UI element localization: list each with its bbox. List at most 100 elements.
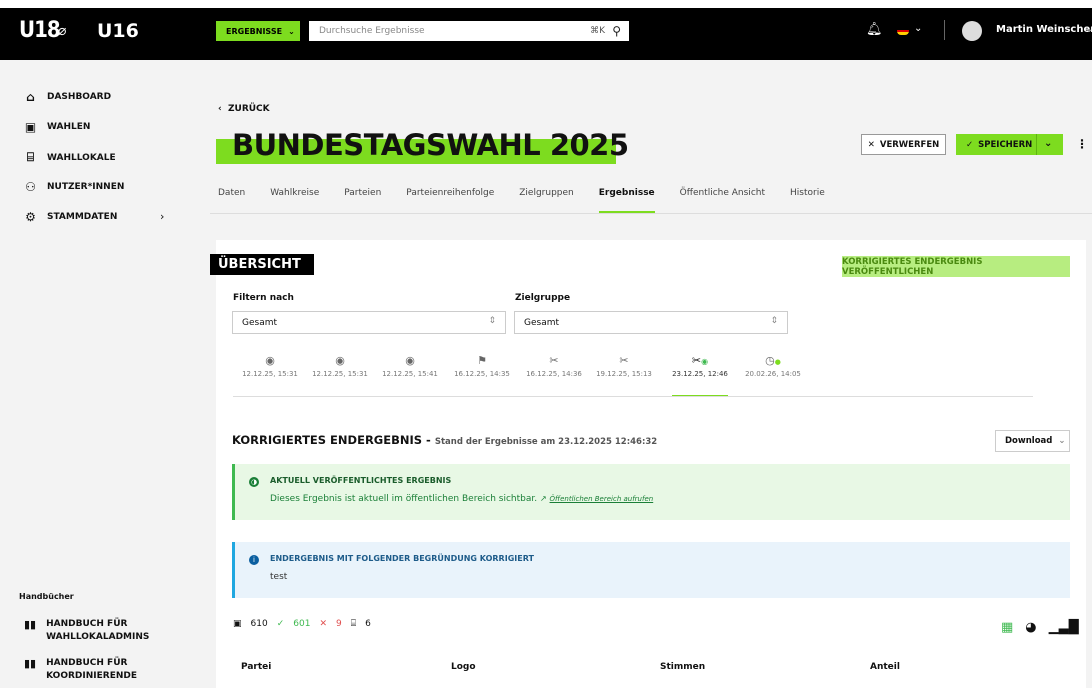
tools-published-icon: ✂◉: [691, 354, 709, 367]
chevron-right-icon[interactable]: ›: [160, 210, 164, 223]
save-button[interactable]: ✓ SPEICHERN ⌄: [956, 134, 1063, 155]
eye-icon: ◉: [405, 354, 415, 367]
avatar[interactable]: [962, 21, 982, 41]
user-name[interactable]: Martin Weinschenk: [996, 24, 1092, 35]
tabs-divider: [210, 213, 1092, 214]
clock-icon: ◷●: [765, 354, 781, 367]
download-button[interactable]: Download ⌄: [995, 430, 1070, 452]
tools-icon: ✂: [549, 354, 559, 367]
bar-chart-icon[interactable]: ▁▃█: [1049, 620, 1079, 635]
globe-icon: ◑: [249, 477, 259, 487]
tab-parteienreihenfolge[interactable]: Parteienreihenfolge: [406, 188, 494, 214]
version-timeline: ◉ 12.12.25, 15:31 ◉ 12.12.25, 15:31 ◉ 12…: [233, 354, 1033, 398]
updown-icon: ⇕: [770, 316, 778, 326]
handbook-line1: HANDBUCH FÜR: [46, 658, 128, 668]
tab-historie[interactable]: Historie: [790, 188, 825, 214]
chevron-down-icon: ⌄: [288, 26, 295, 36]
divider: [944, 20, 945, 40]
tools-icon: ✂: [619, 354, 629, 367]
sidebar-item-dashboard[interactable]: ⌂ DASHBOARD: [24, 90, 111, 104]
chevron-down-icon[interactable]: ⌄: [1044, 138, 1052, 149]
check-icon: ✓: [966, 139, 974, 150]
timeline-entry[interactable]: ◉ 12.12.25, 15:31: [309, 354, 371, 378]
save-label: SPEICHERN: [978, 139, 1033, 150]
timeline-entry[interactable]: ◷● 20.02.26, 14:05: [742, 354, 804, 378]
building-icon: ⌸: [26, 150, 35, 164]
chevron-down-icon[interactable]: ⌄: [914, 23, 922, 34]
sidebar-item-label: WAHLEN: [47, 122, 91, 132]
gear-icon: ⚙: [25, 210, 36, 224]
filter-select[interactable]: Gesamt ⇕: [232, 311, 506, 334]
discard-label: VERWERFEN: [879, 139, 940, 150]
column-header-anteil[interactable]: Anteil: [870, 662, 900, 672]
book-icon: ▮▮: [24, 657, 37, 670]
sidebar-item-label: STAMMDATEN: [47, 212, 118, 222]
published-alert: ◑ AKTUELL VERÖFFENTLICHTES ERGEBNIS Dies…: [232, 464, 1070, 520]
book-icon: ▮▮: [24, 618, 37, 631]
sidebar-item-wahllokale[interactable]: ⌸ WAHLLOKALE: [24, 150, 116, 165]
window-strip: [0, 0, 1092, 8]
search-icon[interactable]: ⚲: [612, 24, 621, 38]
sidebar-item-nutzerinnen[interactable]: ⚇ NUTZER*INNEN: [24, 180, 124, 194]
split-divider: [1036, 134, 1037, 155]
timeline-date: 12.12.25, 15:41: [382, 370, 438, 378]
chevron-down-icon[interactable]: ⌄: [1085, 24, 1092, 35]
column-header-partei[interactable]: Partei: [241, 662, 271, 672]
logo-u18[interactable]: U18: [19, 18, 61, 43]
timeline-entry[interactable]: ✂ 19.12.25, 15:13: [593, 354, 655, 378]
timeline-entry[interactable]: ✂ 16.12.25, 14:36: [523, 354, 585, 378]
locations-count: 6: [365, 619, 371, 629]
result-subtitle: Stand der Ergebnisse am 23.12.2025 12:46…: [434, 437, 658, 447]
sidebar-item-stammdaten[interactable]: ⚙ STAMMDATEN: [24, 210, 117, 224]
updown-icon: ⇕: [488, 316, 496, 326]
filter-label: Filtern nach: [233, 293, 294, 303]
timeline-date: 12.12.25, 15:31: [312, 370, 368, 378]
more-icon[interactable]: ⋮: [1076, 137, 1088, 151]
flag-de-icon[interactable]: [897, 27, 909, 35]
timeline-entry[interactable]: ◉ 12.12.25, 15:41: [379, 354, 441, 378]
page-title: BUNDESTAGSWAHL 2025: [232, 128, 629, 162]
close-icon: ✕: [867, 139, 875, 150]
public-area-link[interactable]: Öffentlichen Bereich aufrufen: [550, 495, 654, 503]
check-icon: ✓: [276, 619, 285, 629]
search-input[interactable]: Durchsuche Ergebnisse ⌘K ⚲: [309, 21, 629, 41]
ballot-icon: ▣: [24, 120, 37, 134]
back-link[interactable]: ‹ ZURÜCK: [218, 104, 270, 114]
column-header-stimmen[interactable]: Stimmen: [660, 662, 705, 672]
tab-parteien[interactable]: Parteien: [344, 188, 381, 214]
sidebar-item-handbook-koordinierende[interactable]: ▮▮ HANDBUCH FÜR KOORDINIERENDE: [24, 657, 137, 683]
target-group-select[interactable]: Gesamt ⇕: [514, 311, 788, 334]
section-title: ÜBERSICHT: [210, 254, 314, 275]
ballot-icon: ▣: [233, 619, 242, 629]
ballots-count: 610: [250, 619, 268, 629]
sidebar-item-handbook-wahllokaladmins[interactable]: ▮▮ HANDBUCH FÜR WAHLLOKALADMINS: [24, 618, 149, 644]
tab-ergebnisse[interactable]: Ergebnisse: [598, 188, 655, 214]
section-select[interactable]: ERGEBNISSE ⌄: [216, 21, 300, 41]
timeline-entry-active[interactable]: ✂◉ 23.12.25, 12:46: [669, 354, 731, 397]
tab-oeffentliche-ansicht[interactable]: Öffentliche Ansicht: [680, 188, 765, 214]
timeline-date: 23.12.25, 12:46: [672, 370, 728, 378]
handbooks-title: Handbücher: [19, 592, 74, 601]
valid-count: 601: [293, 619, 311, 629]
publish-button[interactable]: KORRIGIERTES ENDERGEBNIS VERÖFFENTLICHEN: [842, 256, 1070, 277]
alert-heading: ENDERGEBNIS MIT FOLGENDER BEGRÜNDUNG KOR…: [270, 554, 534, 563]
discard-button[interactable]: ✕ VERWERFEN: [861, 134, 946, 155]
timeline-date: 12.12.25, 15:31: [242, 370, 298, 378]
column-header-logo[interactable]: Logo: [451, 662, 476, 672]
alert-body: Dieses Ergebnis ist aktuell im öffentlic…: [270, 494, 653, 504]
tab-wahlkreise[interactable]: Wahlkreise: [270, 188, 319, 214]
timeline-entry[interactable]: ⚑ 16.12.25, 14:35: [451, 354, 513, 378]
logo-u16[interactable]: U16: [97, 20, 139, 42]
alert-body: test: [270, 572, 288, 582]
timeline-date: 20.02.26, 14:05: [745, 370, 801, 378]
timeline-entry[interactable]: ◉ 12.12.25, 15:31: [239, 354, 301, 378]
table-view-icon[interactable]: ▦: [1001, 620, 1013, 635]
handbook-line2: WAHLLOKALADMINS: [46, 632, 150, 642]
pie-chart-icon[interactable]: ◕: [1025, 620, 1036, 635]
sidebar-item-wahlen[interactable]: ▣ WAHLEN: [24, 120, 91, 134]
tab-zielgruppen[interactable]: Zielgruppen: [519, 188, 574, 214]
invalid-count: 9: [335, 619, 342, 629]
logo-mark-icon: ⌀: [58, 23, 67, 39]
bell-icon[interactable]: 🔔︎: [866, 22, 883, 37]
tab-daten[interactable]: Daten: [218, 188, 245, 214]
